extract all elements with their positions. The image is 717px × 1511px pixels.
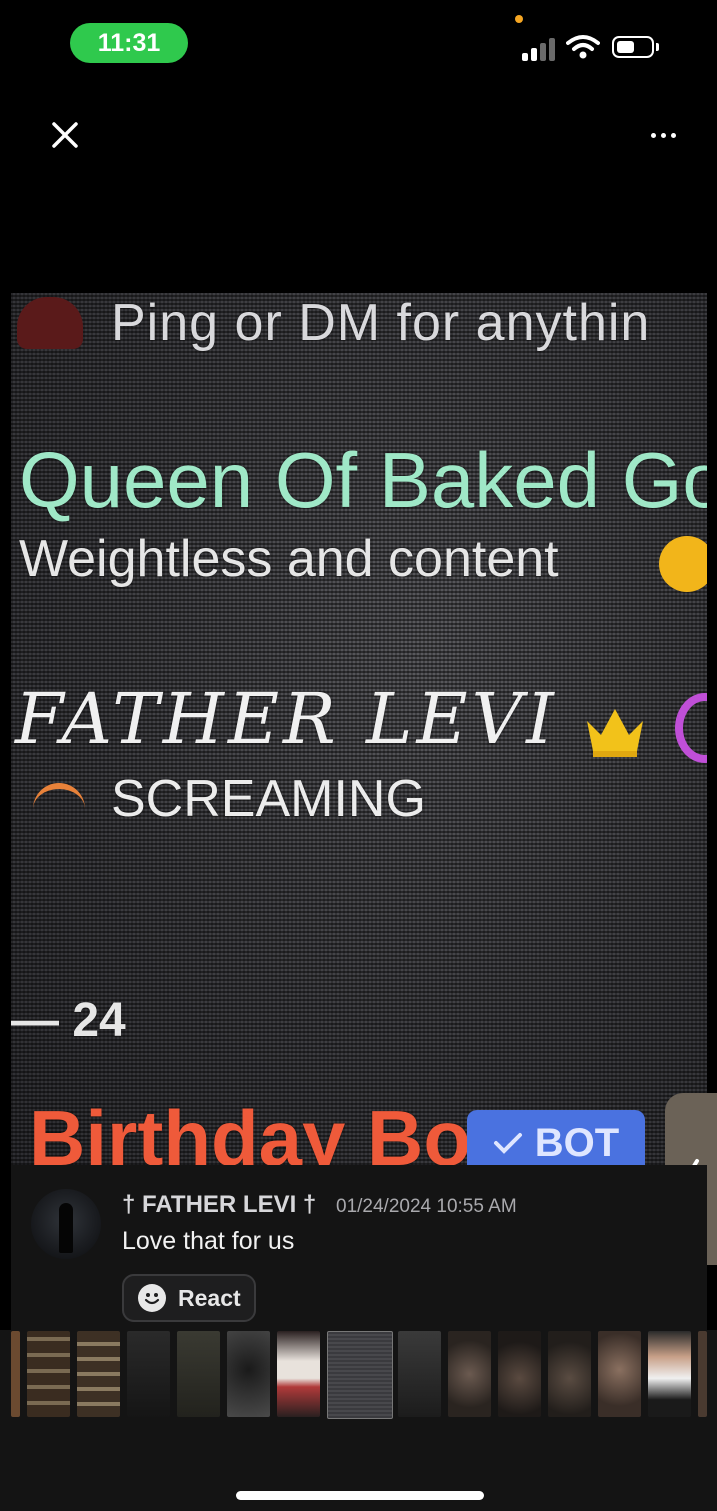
message-timestamp: 01/24/2024 10:55 AM (336, 1196, 517, 1217)
thumbnail[interactable] (77, 1331, 120, 1417)
photo-text-screaming: SCREAMING (111, 770, 426, 828)
more-dot (650, 132, 656, 138)
thumbnail[interactable] (177, 1331, 220, 1417)
thumbnail[interactable] (648, 1331, 691, 1417)
bot-badge: BOT (467, 1110, 645, 1165)
battery-tip (656, 43, 659, 51)
photo-text-queen: Queen Of Baked Go (19, 436, 707, 524)
photo-text-weightless: Weightless and content (19, 530, 559, 588)
status-time: 11:31 (70, 23, 188, 63)
more-options-button[interactable] (638, 120, 688, 150)
avatar[interactable] (31, 1189, 101, 1259)
more-dot (660, 132, 666, 138)
thumbnail-strip (0, 1330, 717, 1420)
pink-emoji-icon (675, 693, 707, 763)
thumbnail[interactable] (498, 1331, 541, 1417)
checkmark-icon (493, 1133, 522, 1154)
thumbnail[interactable] (227, 1331, 270, 1417)
photo-viewer-image[interactable]: Ping or DM for anythin Queen Of Baked Go… (11, 293, 707, 1165)
smiley-emoji-icon (659, 536, 707, 592)
thumbnail[interactable] (127, 1331, 170, 1417)
thumbnail[interactable] (448, 1331, 491, 1417)
thumbnail[interactable] (277, 1331, 320, 1417)
react-label: React (178, 1284, 241, 1311)
message-author[interactable]: † FATHER LEVI † (122, 1191, 316, 1219)
thumbnail[interactable] (11, 1331, 20, 1417)
message-text: Love that for us (122, 1227, 295, 1255)
thumbnail[interactable] (548, 1331, 591, 1417)
bot-badge-label: BOT (534, 1120, 620, 1165)
thumbnail[interactable] (698, 1331, 707, 1417)
more-dot (670, 132, 676, 138)
thumbnail[interactable] (27, 1331, 70, 1417)
orange-emoji-icon (33, 783, 85, 815)
react-button[interactable]: React (122, 1274, 256, 1322)
battery-icon (612, 36, 654, 58)
status-bar: 11:31 (0, 0, 717, 90)
photo-text-ping: Ping or DM for anythin (111, 294, 651, 352)
smiley-icon (138, 1284, 166, 1312)
photo-text-father-levi: FATHER LEVI (15, 678, 558, 760)
cellular-signal-icon (522, 37, 556, 61)
thumbnail[interactable] (398, 1331, 441, 1417)
privacy-indicator-dot (515, 15, 523, 23)
message-context: † FATHER LEVI † 01/24/2024 10:55 AM Love… (11, 1165, 707, 1330)
photo-text-birthday-bot: Birthday Bot (29, 1094, 497, 1165)
thumbnail-selected[interactable] (327, 1331, 393, 1419)
thumbnail[interactable] (598, 1331, 641, 1417)
crown-emoji-icon (587, 709, 643, 757)
red-emoji-icon (17, 297, 83, 349)
photo-text-24: — 24 (11, 994, 126, 1047)
home-indicator[interactable] (236, 1491, 484, 1500)
close-icon[interactable] (44, 114, 86, 156)
wifi-icon (566, 35, 600, 59)
